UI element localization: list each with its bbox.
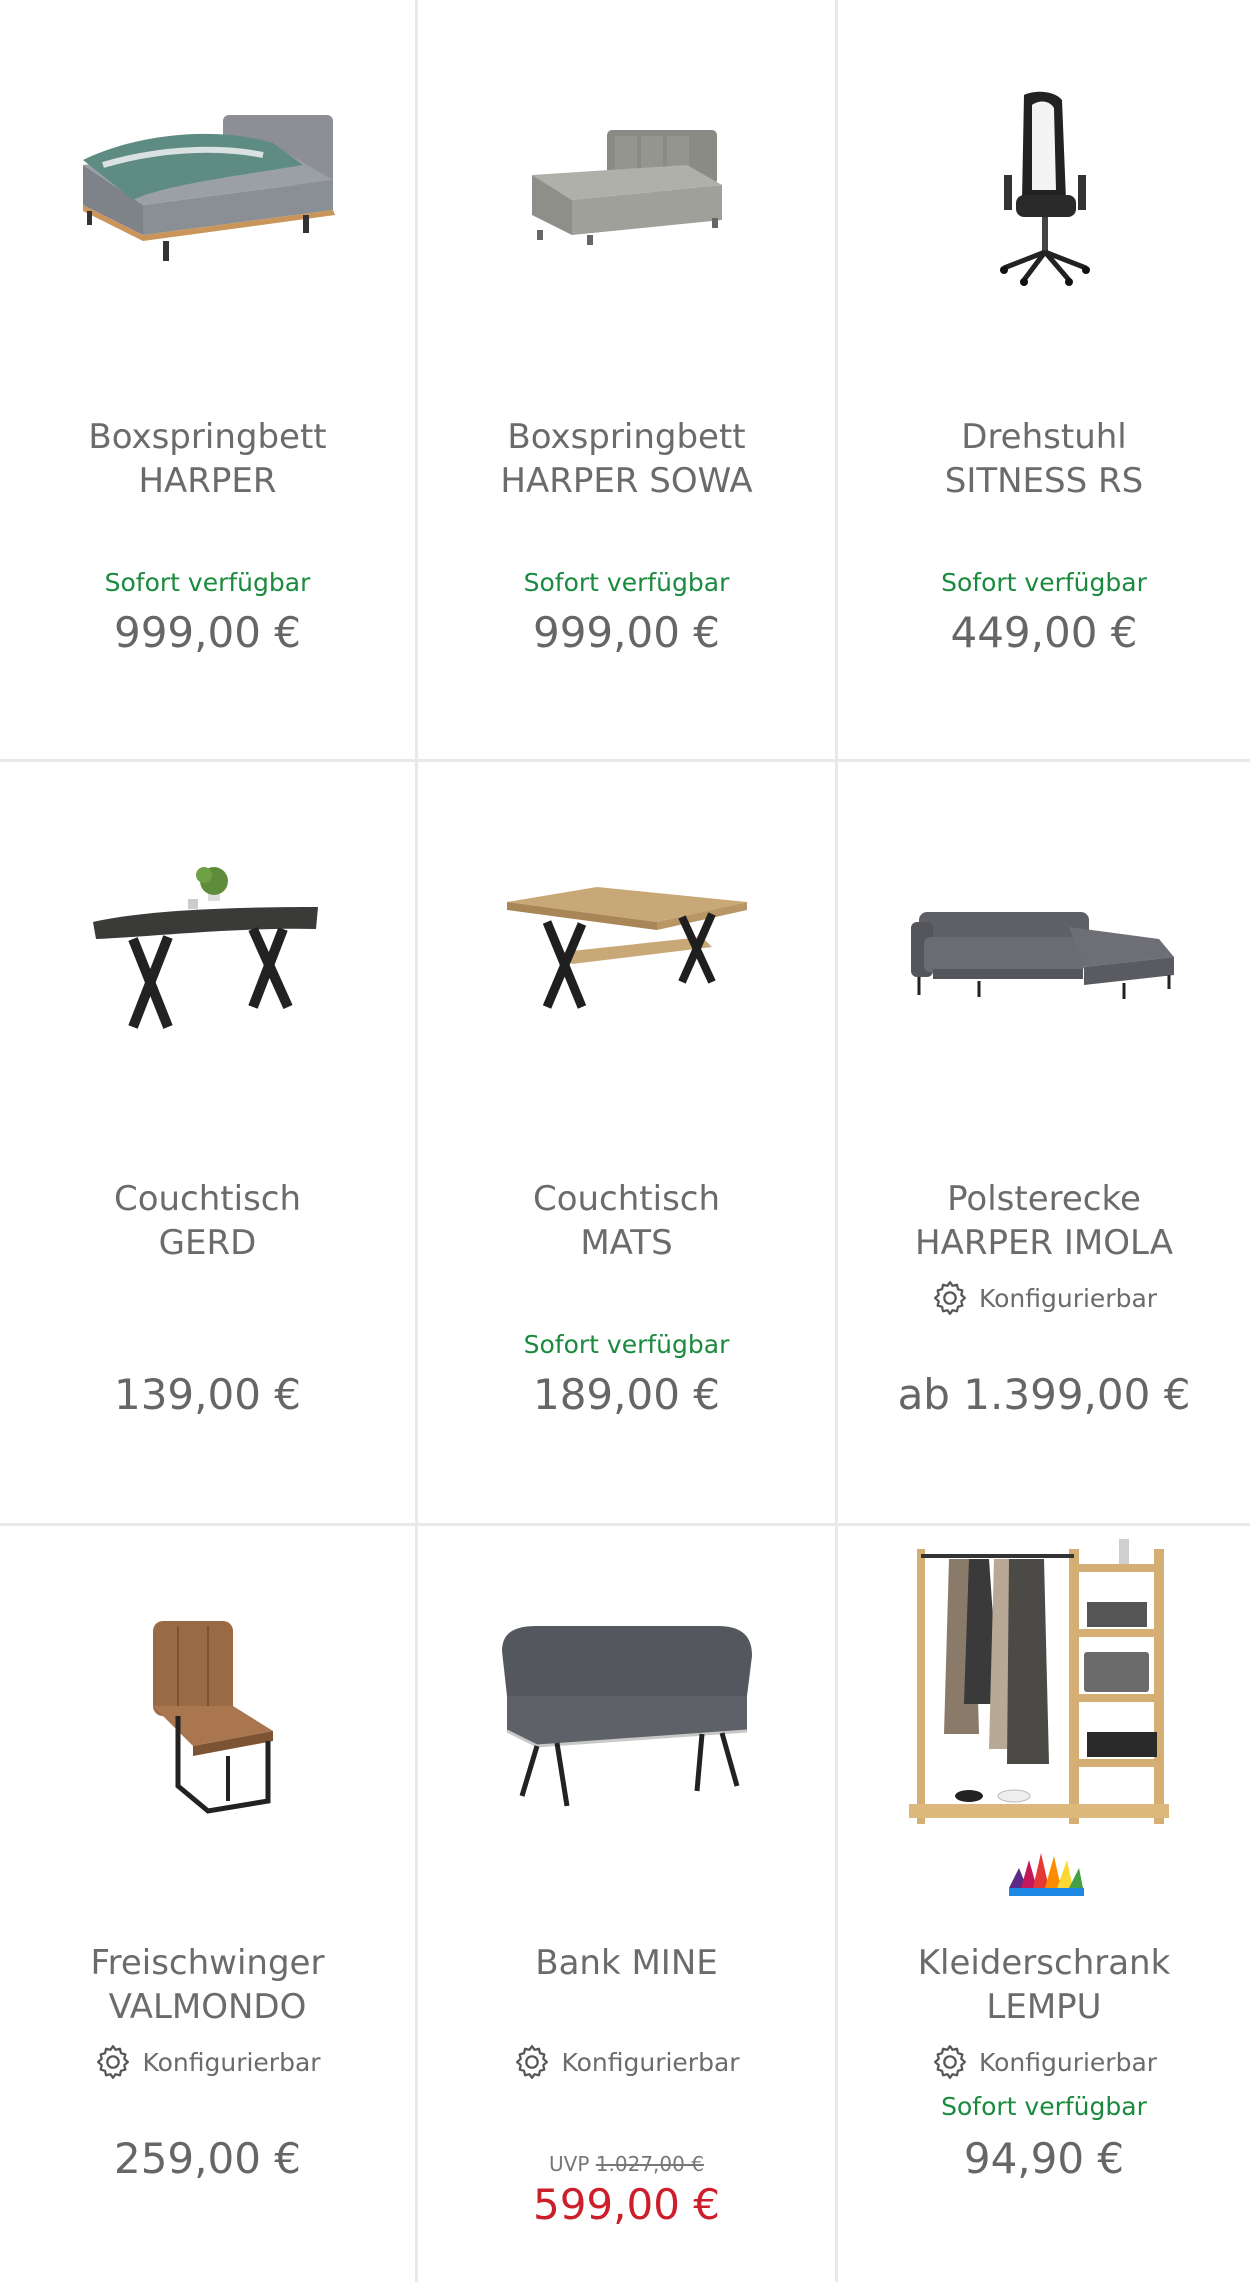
product-title-line2: HARPER (138, 461, 277, 501)
product-price: 189,00 € (532, 1370, 721, 1419)
product-card-boxspringbett-harper-sowa[interactable]: Boxspringbett HARPER SOWA Sofort verfügb… (418, 0, 838, 762)
bed-image (531, 130, 722, 245)
product-price: ab 1.399,00 € (897, 1370, 1191, 1419)
product-title[interactable]: Bank MINE (418, 1941, 835, 1985)
product-price: 449,00 € (950, 608, 1138, 657)
configurable-label: Konfigurierbar (978, 1283, 1158, 1313)
product-title-line2: MATS (580, 1223, 673, 1263)
product-price: 999,00 € (532, 608, 721, 657)
product-title-line2: LEMPU (986, 1987, 1102, 2027)
product-title-line2: HARPER SOWA (500, 461, 753, 501)
brand-logo (838, 1848, 1250, 1898)
configurable-badge: Konfigurierbar (0, 2043, 415, 2081)
product-title[interactable]: Boxspringbett HARPER SOWA (418, 415, 835, 503)
coffee-table-image (506, 887, 747, 1009)
product-card-drehstuhl-sitness-rs[interactable]: Drehstuhl SITNESS RS Sofort verfügbar 44… (838, 0, 1250, 762)
product-price: 139,00 € (113, 1370, 302, 1419)
product-price: 999,00 € (113, 608, 302, 657)
coffee-table-image (92, 867, 318, 1029)
product-grid: Boxspringbett HARPER Sofort verfügbar 99… (0, 0, 1250, 2282)
sale-price: 599,00 € (532, 2180, 721, 2229)
product-card-polsterecke-harper-imola[interactable]: Polsterecke HARPER IMOLA Konfigurierbar … (838, 762, 1250, 1526)
product-title[interactable]: Couchtisch MATS (418, 1177, 835, 1265)
product-image[interactable] (838, 1526, 1250, 1841)
product-title-line1: Bank MINE (535, 1943, 718, 1983)
product-image[interactable] (418, 792, 835, 1112)
availability-status: Sofort verfügbar (941, 2092, 1147, 2121)
configurable-badge: Konfigurierbar (418, 2043, 835, 2081)
product-title-line2: SITNESS RS (944, 461, 1144, 501)
configurable-label: Konfigurierbar (561, 2047, 740, 2077)
uvp-old-price: 1.027,00 € (595, 2152, 704, 2176)
uvp-price: UVP 1.027,00 € (418, 2152, 835, 2176)
product-card-freischwinger-valmondo[interactable]: Freischwinger VALMONDO Konfigurierbar 25… (0, 1526, 418, 2282)
availability-status: Sofort verfügbar (941, 568, 1147, 597)
product-title[interactable]: Polsterecke HARPER IMOLA (838, 1177, 1250, 1265)
availability-status: Sofort verfügbar (523, 568, 730, 597)
product-title-line2: GERD (158, 1223, 257, 1263)
configurable-badge: Konfigurierbar (838, 1279, 1250, 1317)
product-image[interactable] (0, 30, 415, 350)
product-title[interactable]: Couchtisch GERD (0, 1177, 415, 1265)
product-image[interactable] (838, 30, 1250, 350)
bench-image (501, 1626, 752, 1807)
sofa-image (911, 912, 1174, 999)
gear-icon (97, 2045, 130, 2079)
product-price: 259,00 € (113, 2134, 302, 2183)
gear-icon (933, 2045, 966, 2079)
product-card-boxspringbett-harper[interactable]: Boxspringbett HARPER Sofort verfügbar 99… (0, 0, 418, 762)
configurable-badge: Konfigurierbar (838, 2043, 1250, 2081)
uvp-label: UVP (549, 2152, 590, 2176)
product-title[interactable]: Boxspringbett HARPER (0, 415, 415, 503)
product-title[interactable]: Kleiderschrank LEMPU (838, 1941, 1250, 2029)
product-image[interactable] (418, 1556, 835, 1876)
product-image[interactable] (0, 1556, 415, 1876)
availability-status: Sofort verfügbar (523, 1330, 730, 1359)
product-title[interactable]: Drehstuhl SITNESS RS (838, 415, 1250, 503)
product-title-line1: Kleiderschrank (917, 1943, 1171, 1983)
product-title-line1: Drehstuhl (961, 417, 1127, 457)
configurable-label: Konfigurierbar (142, 2047, 321, 2077)
rainbow-logo-icon (1009, 1853, 1084, 1896)
product-title-line1: Freischwinger (90, 1943, 325, 1983)
product-title[interactable]: Freischwinger VALMONDO (0, 1941, 415, 2029)
product-title-line2: HARPER IMOLA (915, 1223, 1173, 1263)
product-card-couchtisch-mats[interactable]: Couchtisch MATS Sofort verfügbar 189,00 … (418, 762, 838, 1526)
product-title-line1: Boxspringbett (507, 417, 746, 457)
product-title-line1: Couchtisch (113, 1179, 302, 1219)
product-title-line1: Couchtisch (532, 1179, 721, 1219)
gear-icon (933, 1281, 966, 1315)
product-card-bank-mine[interactable]: Bank MINE Konfigurierbar UVP 1.027,00 € … (418, 1526, 838, 2282)
product-image[interactable] (418, 30, 835, 350)
gear-icon (516, 2045, 549, 2079)
product-card-couchtisch-gerd[interactable]: Couchtisch GERD 139,00 € (0, 762, 418, 1526)
cantilever-chair-image (152, 1621, 273, 1814)
availability-status: Sofort verfügbar (104, 568, 311, 597)
product-title-line1: Boxspringbett (88, 417, 327, 457)
configurable-label: Konfigurierbar (978, 2047, 1158, 2077)
product-title-line1: Polsterecke (947, 1179, 1141, 1219)
bed-image (82, 115, 335, 261)
product-price: 94,90 € (963, 2134, 1125, 2183)
wardrobe-image (909, 1538, 1169, 1824)
office-chair-image (1000, 91, 1090, 286)
product-image[interactable] (838, 792, 1250, 1112)
product-card-kleiderschrank-lempu[interactable]: Kleiderschrank LEMPU Konfigurierbar Sofo… (838, 1526, 1250, 2282)
product-image[interactable] (0, 792, 415, 1112)
product-title-line2: VALMONDO (108, 1987, 307, 2027)
